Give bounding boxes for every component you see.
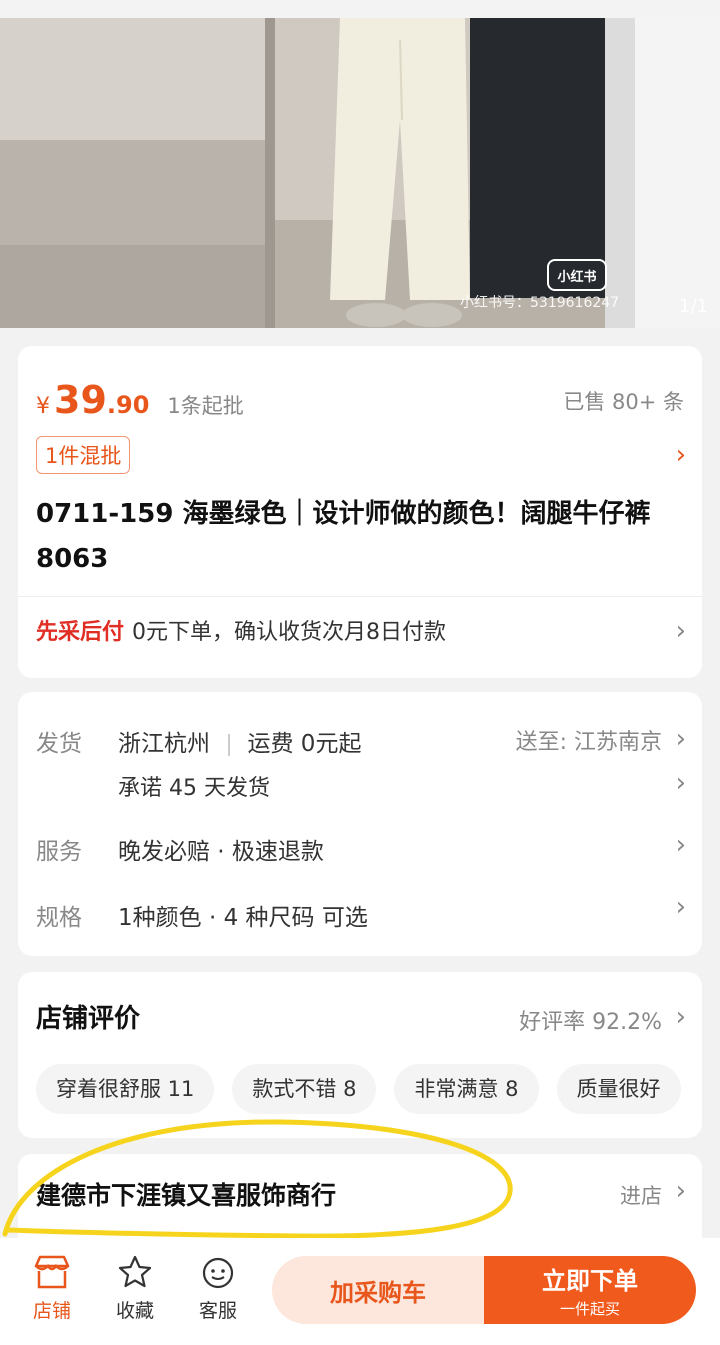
spec-value[interactable]: 1种颜色 · 4 种尺码 可选 <box>118 898 368 932</box>
watermark-logo: 小红书 <box>547 259 607 291</box>
bottom-action-bar: 店铺 收藏 客服 加采购车 立即下单 一件起买 <box>0 1238 720 1345</box>
review-tag[interactable]: 穿着很舒服 11 <box>36 1064 215 1114</box>
favorite-label: 收藏 <box>115 1300 154 1322</box>
price-card: ¥ 39 .90 1条起批 已售 80+ 条 1件混批 › 0711-159 海… <box>18 346 702 678</box>
chevron-right-icon[interactable]: › <box>676 894 686 920</box>
reviews-title: 店铺评价 <box>36 1004 141 1034</box>
chevron-right-icon[interactable]: › <box>676 1004 686 1030</box>
service-value[interactable]: 晚发必赔 · 极速退款 <box>118 832 324 866</box>
buy-now-button[interactable]: 立即下单 一件起买 <box>484 1256 696 1324</box>
price-integer: 39 <box>54 378 107 422</box>
shipping-card: 发货 浙江杭州 运费 0元起 送至: 江苏南京 › 承诺 45 天发货 › 服务 … <box>18 692 702 956</box>
service-label: 服务 <box>36 839 82 865</box>
reviews-card: 店铺评价 好评率 92.2% › 穿着很舒服 11 款式不错 8 非常满意 8 质量很… <box>18 972 702 1138</box>
mix-batch-tag[interactable]: 1件混批 <box>36 436 131 474</box>
add-to-cart-button[interactable]: 加采购车 <box>272 1256 484 1324</box>
store-card[interactable]: 建德市下涯镇又喜服饰商行 进店 › <box>18 1154 702 1238</box>
product-image[interactable]: 小红书 小红书号：5319616247 1/1 <box>0 0 720 328</box>
chevron-right-icon[interactable]: › <box>676 618 686 644</box>
chevron-right-icon[interactable]: › <box>676 442 686 468</box>
product-photo <box>0 0 720 328</box>
image-counter: 1/1 <box>679 296 708 317</box>
store-name[interactable]: 建德市下涯镇又喜服饰商行 <box>36 1176 336 1212</box>
ship-promise: 承诺 45 天发货 <box>118 776 270 801</box>
pay-later-label: 先采后付 <box>36 620 125 645</box>
pay-later-row[interactable]: 先采后付 0元下单，确认收货次月8日付款 <box>36 614 446 646</box>
buy-now-sublabel: 一件起买 <box>559 1300 620 1318</box>
service-face-icon <box>202 1257 234 1289</box>
min-order: 1条起批 <box>167 394 244 418</box>
review-tag[interactable]: 款式不错 8 <box>232 1064 377 1114</box>
pay-later-text: 0元下单，确认收货次月8日付款 <box>132 620 447 645</box>
review-tags: 穿着很舒服 11 款式不错 8 非常满意 8 质量很好 <box>36 1064 702 1114</box>
price: ¥ 39 .90 1条起批 <box>36 378 244 422</box>
buy-now-label: 立即下单 <box>542 1267 638 1295</box>
product-title: 0711-159 海墨绿色｜设计师做的颜色！阔腿牛仔裤8063 <box>36 499 651 574</box>
chevron-right-icon[interactable]: › <box>676 1178 686 1204</box>
chevron-right-icon[interactable]: › <box>676 770 686 796</box>
divider <box>18 596 702 597</box>
chevron-right-icon[interactable]: › <box>676 832 686 858</box>
star-icon <box>118 1255 152 1288</box>
ship-to[interactable]: 送至: 江苏南京 <box>516 724 662 756</box>
store-icon <box>34 1255 70 1289</box>
enter-store-link[interactable]: 进店 <box>620 1180 662 1210</box>
ship-origin: 浙江杭州 <box>118 731 210 757</box>
review-tag[interactable]: 质量很好 <box>556 1064 681 1114</box>
currency-symbol: ¥ <box>36 394 50 419</box>
service-label: 客服 <box>198 1300 237 1322</box>
shop-nav[interactable]: 店铺 <box>22 1252 82 1323</box>
service-nav[interactable]: 客服 <box>188 1252 248 1323</box>
review-tag[interactable]: 非常满意 8 <box>394 1064 539 1114</box>
chevron-right-icon[interactable]: › <box>676 726 686 752</box>
top-strip <box>0 0 720 18</box>
ship-info: 浙江杭州 运费 0元起 <box>118 724 361 758</box>
spec-label: 规格 <box>36 905 82 931</box>
watermark-id: 小红书号：5319616247 <box>460 295 620 311</box>
sold-count: 已售 80+ 条 <box>563 390 684 414</box>
favorite-nav[interactable]: 收藏 <box>105 1252 165 1323</box>
ship-label: 发货 <box>36 731 82 757</box>
shop-label: 店铺 <box>32 1300 71 1322</box>
freight: 运费 0元起 <box>247 731 362 757</box>
price-decimal: .90 <box>106 391 150 419</box>
good-rate[interactable]: 好评率 92.2% <box>519 1004 662 1036</box>
separator <box>228 733 230 756</box>
